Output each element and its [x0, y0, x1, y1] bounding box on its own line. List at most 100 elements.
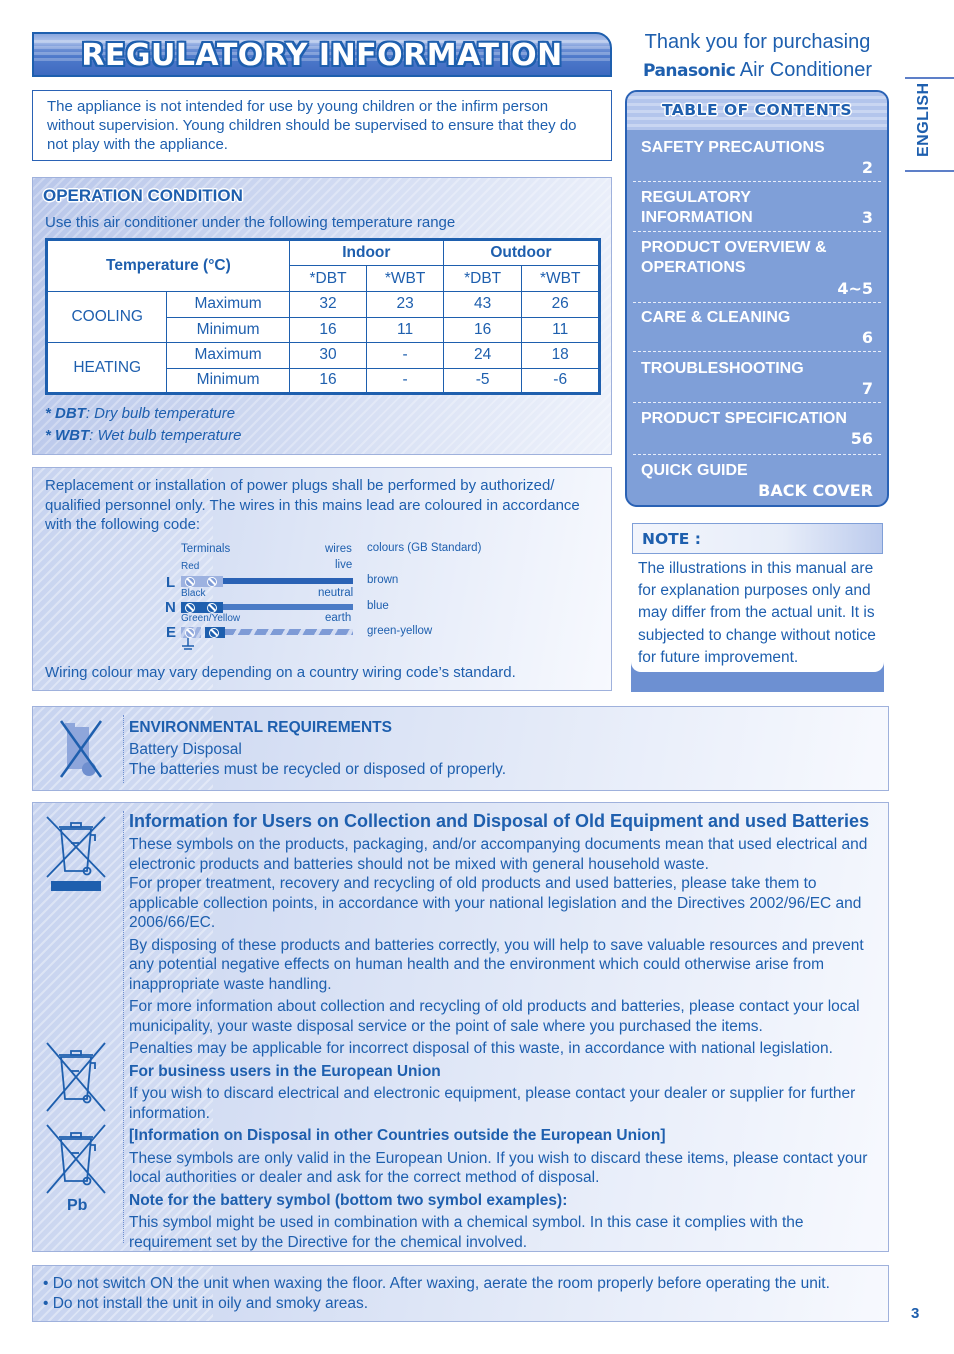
table-cell: 18 [521, 342, 600, 369]
terminal-block-live [181, 576, 223, 587]
subheader-outdoor-wbt: *WBT [521, 265, 600, 292]
toc-title: TABLE OF CONTENTS [661, 101, 853, 119]
footnote-dbt: * DBT: Dry bulb temperature [45, 403, 241, 425]
battery-bin-crossed-icon [59, 720, 103, 778]
screw-icon [209, 628, 219, 638]
toc-item-label: SAFETY PRECAUTIONS [641, 139, 825, 156]
table-cell: - [366, 367, 444, 394]
environmental-subtitle: Battery Disposal [129, 741, 242, 758]
wiring-panel: Replacement or installation of power plu… [32, 467, 612, 691]
screw-icon [185, 603, 195, 613]
footnote-wbt: * WBT: Wet bulb temperature [45, 425, 241, 447]
toc-item-troubleshooting[interactable]: TROUBLESHOOTING 7 [633, 359, 881, 401]
screw-icon [207, 603, 217, 613]
battery-symbol-heading: Note for the battery symbol (bottom two … [129, 1191, 568, 1209]
earth-wire [225, 629, 353, 635]
table-cell: 24 [442, 342, 523, 369]
intro-notice: The appliance is not intended for use by… [32, 90, 612, 161]
environmental-text: The batteries must be recycled or dispos… [129, 761, 507, 778]
disposal-panel: Pb Information for Users on Collection a… [32, 802, 889, 1252]
table-cell: 16 [442, 316, 523, 343]
chemical-symbol-label: Pb [67, 1197, 88, 1214]
line-letter: N [165, 599, 176, 616]
disposal-paragraph: By disposing of these products and batte… [129, 936, 864, 993]
table-cell: 11 [521, 316, 600, 343]
toc-item-page: BACK COVER [758, 481, 873, 500]
disposal-title: Information for Users on Collection and … [129, 811, 870, 831]
terminal-label: Red [181, 561, 200, 572]
terminal-block-neutral [181, 602, 223, 613]
toc-item-page: 7 [861, 379, 873, 398]
subheader-outdoor-dbt: *DBT [442, 265, 523, 292]
product-name: Air Conditioner [739, 59, 873, 81]
colour-label: brown [367, 574, 399, 586]
toc-item-regulatory-information[interactable]: REGULATORY INFORMATION 3 [633, 188, 881, 230]
col-terminals: Terminals [181, 543, 231, 555]
header-temperature: Temperature (°C) [46, 239, 290, 292]
weee-bin-with-bar-icon [46, 816, 106, 891]
screw-icon [185, 577, 195, 587]
footnote-text: : Dry bulb temperature [85, 405, 236, 422]
header-indoor: Indoor [288, 239, 444, 266]
footnote-abbr: * WBT [45, 427, 90, 444]
operation-condition-panel: OPERATION CONDITION Use this air conditi… [32, 177, 612, 455]
toc-item-page: 6 [861, 328, 873, 347]
toc-divider [633, 181, 881, 182]
product-line: Panasonic Air Conditioner [625, 56, 890, 85]
toc-item-label: REGULATORY INFORMATION [641, 189, 753, 226]
disposal-paragraph: These symbols on the products, packaging… [129, 836, 868, 873]
mode-cooling: COOLING [45, 291, 168, 343]
terminal-label: Black [181, 588, 206, 599]
toc-item-label: TROUBLESHOOTING [641, 360, 804, 377]
toc-item-page: 3 [861, 208, 873, 227]
weee-bin-crossed-pb-icon [46, 1124, 106, 1194]
table-cell: 16 [288, 316, 368, 343]
live-wire [223, 578, 353, 584]
wiring-intro: Replacement or installation of power plu… [45, 477, 580, 533]
header-outdoor: Outdoor [442, 239, 601, 266]
operation-condition-title: OPERATION CONDITION [43, 186, 243, 205]
page-title: REGULATORY INFORMATION [81, 38, 563, 73]
thanks-header: Thank you for purchasing Panasonic Air C… [625, 28, 890, 85]
toc-item-safety-precautions[interactable]: SAFETY PRECAUTIONS 2 [633, 138, 881, 180]
line-letter: E [166, 624, 177, 641]
toc-divider [633, 231, 881, 232]
language-tab[interactable]: ENGLISH [905, 77, 954, 172]
language-label: ENGLISH [915, 82, 932, 157]
note-header: NOTE : [632, 523, 883, 554]
warning-item: • Do not install the unit in oily and sm… [43, 1295, 369, 1312]
subheader-indoor-dbt: *DBT [288, 265, 368, 292]
terminal-label: Green/Yellow [181, 613, 241, 624]
toc-item-label: CARE & CLEANING [641, 309, 791, 326]
outside-eu-text: These symbols are only valid in the Euro… [129, 1149, 868, 1187]
business-users-text: If you wish to discard electrical and el… [129, 1085, 856, 1122]
table-cell: 30 [288, 342, 368, 369]
limit-label: Maximum [166, 342, 290, 369]
toc-item-quick-guide[interactable]: QUICK GUIDE BACK COVER [633, 461, 881, 503]
toc-item-label: PRODUCT OVERVIEW & OPERATIONS [641, 239, 827, 276]
table-cell: -5 [442, 367, 523, 394]
wire-label: neutral [318, 587, 354, 599]
colour-label: green-yellow [367, 625, 433, 637]
toc-item-page: 2 [861, 158, 873, 177]
table-header-row: Temperature (°C) Indoor Outdoor [46, 239, 601, 292]
disposal-paragraph: Penalties may be applicable for incorrec… [129, 1040, 833, 1057]
terminal-block-earth [205, 627, 225, 638]
toc-item-care-cleaning[interactable]: CARE & CLEANING 6 [633, 308, 881, 350]
colour-label: blue [367, 600, 389, 612]
table-cell: -6 [521, 367, 600, 394]
toc-divider [633, 351, 881, 352]
toc-item-label: QUICK GUIDE [641, 462, 748, 479]
ground-icon [182, 638, 194, 650]
table-cell: 32 [288, 291, 368, 318]
screw-icon [207, 577, 217, 587]
toc-item-product-specification[interactable]: PRODUCT SPECIFICATION 56 [633, 409, 881, 451]
weee-bin-crossed-icon [46, 1042, 106, 1112]
divider [123, 811, 124, 1243]
table-cell: 23 [366, 291, 444, 318]
table-row: HEATING Maximum 30 - 24 18 [45, 342, 600, 394]
disposal-paragraph: For proper treatment, recovery and recyc… [129, 875, 862, 931]
note-title: NOTE : [642, 530, 701, 548]
battery-symbol-text: This symbol might be used in combination… [129, 1214, 804, 1251]
toc-item-product-overview[interactable]: PRODUCT OVERVIEW & OPERATIONS 4~5 [633, 238, 881, 300]
